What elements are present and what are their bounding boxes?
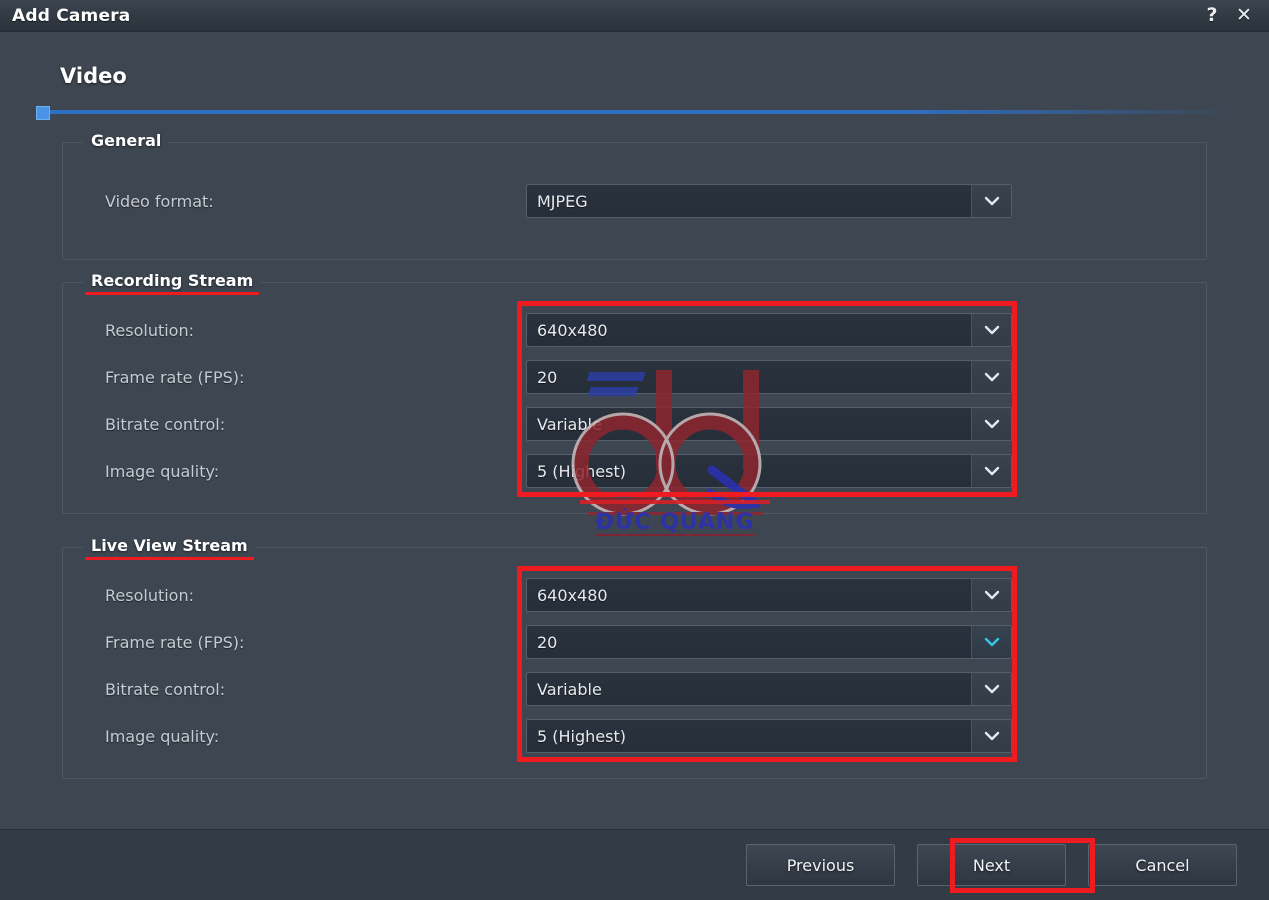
combo-video-format-value: MJPEG — [537, 191, 588, 211]
label-live-bitrate: Bitrate control: — [105, 679, 226, 699]
group-general: General Video format: MJPEG — [62, 131, 1207, 260]
red-underline-annotation — [85, 292, 260, 295]
window-controls: ? ✕ — [1199, 4, 1257, 28]
combo-live-bitrate-value: Variable — [537, 679, 602, 699]
row-video-format: Video format: MJPEG — [63, 183, 1206, 219]
group-live-view-stream-legend-text: Live View Stream — [91, 536, 248, 555]
group-live-view-stream: Live View Stream Resolution: 640x480 Fra… — [62, 536, 1207, 779]
previous-button[interactable]: Previous — [746, 844, 895, 886]
question-mark-icon[interactable]: ? — [1199, 4, 1225, 28]
combo-recording-bitrate-value: Variable — [537, 414, 602, 434]
wizard-progress-line — [36, 106, 1236, 120]
label-video-format: Video format: — [105, 191, 214, 211]
wizard-header: Video — [0, 32, 1269, 120]
label-live-resolution: Resolution: — [105, 585, 194, 605]
chevron-down-icon[interactable] — [971, 185, 1011, 217]
combo-live-resolution[interactable]: 640x480 — [526, 578, 1012, 612]
window-title: Add Camera — [12, 5, 131, 26]
chevron-down-icon[interactable] — [971, 579, 1011, 611]
combo-recording-resolution-value: 640x480 — [537, 320, 608, 340]
label-recording-resolution: Resolution: — [105, 320, 194, 340]
row-live-image-quality: Image quality: 5 (Highest) — [63, 718, 1206, 754]
group-recording-stream-legend-text: Recording Stream — [91, 271, 254, 290]
label-recording-bitrate: Bitrate control: — [105, 414, 226, 434]
chevron-down-icon[interactable] — [971, 673, 1011, 705]
row-live-framerate: Frame rate (FPS): 20 — [63, 624, 1206, 660]
combo-recording-framerate[interactable]: 20 — [526, 360, 1012, 394]
group-live-view-stream-legend: Live View Stream — [83, 536, 256, 560]
chevron-down-icon[interactable] — [971, 626, 1011, 658]
row-recording-framerate: Frame rate (FPS): 20 — [63, 359, 1206, 395]
chevron-down-icon[interactable] — [971, 361, 1011, 393]
row-recording-image-quality: Image quality: 5 (Highest) — [63, 453, 1206, 489]
page-title: Video — [60, 64, 127, 88]
group-recording-stream-legend: Recording Stream — [83, 271, 262, 295]
combo-recording-bitrate[interactable]: Variable — [526, 407, 1012, 441]
chevron-down-icon[interactable] — [971, 408, 1011, 440]
group-recording-stream: Recording Stream Resolution: 640x480 Fra… — [62, 271, 1207, 514]
combo-live-image-quality[interactable]: 5 (Highest) — [526, 719, 1012, 753]
row-recording-bitrate: Bitrate control: Variable — [63, 406, 1206, 442]
combo-live-resolution-value: 640x480 — [537, 585, 608, 605]
combo-video-format[interactable]: MJPEG — [526, 184, 1012, 218]
row-recording-resolution: Resolution: 640x480 — [63, 312, 1206, 348]
combo-live-bitrate[interactable]: Variable — [526, 672, 1012, 706]
next-button[interactable]: Next — [917, 844, 1066, 886]
combo-recording-image-quality[interactable]: 5 (Highest) — [526, 454, 1012, 488]
combo-recording-image-quality-value: 5 (Highest) — [537, 461, 626, 481]
footer-button-group: Previous Next Cancel — [746, 844, 1237, 886]
chevron-down-icon[interactable] — [971, 314, 1011, 346]
dialog-footer: Previous Next Cancel — [0, 829, 1269, 900]
row-live-resolution: Resolution: 640x480 — [63, 577, 1206, 613]
combo-live-framerate[interactable]: 20 — [526, 625, 1012, 659]
chevron-down-icon[interactable] — [971, 720, 1011, 752]
label-recording-framerate: Frame rate (FPS): — [105, 367, 245, 387]
close-icon[interactable]: ✕ — [1231, 4, 1257, 28]
combo-recording-resolution[interactable]: 640x480 — [526, 313, 1012, 347]
red-underline-annotation — [85, 557, 254, 560]
combo-recording-framerate-value: 20 — [537, 367, 558, 387]
label-live-image-quality: Image quality: — [105, 726, 220, 746]
chevron-down-icon[interactable] — [971, 455, 1011, 487]
label-live-framerate: Frame rate (FPS): — [105, 632, 245, 652]
add-camera-dialog: Add Camera ? ✕ Video General Video forma… — [0, 0, 1269, 900]
combo-live-image-quality-value: 5 (Highest) — [537, 726, 626, 746]
combo-live-framerate-value: 20 — [537, 632, 558, 652]
label-recording-image-quality: Image quality: — [105, 461, 220, 481]
cancel-button[interactable]: Cancel — [1088, 844, 1237, 886]
group-general-legend: General — [83, 131, 170, 150]
title-bar: Add Camera ? ✕ — [0, 0, 1269, 32]
row-live-bitrate: Bitrate control: Variable — [63, 671, 1206, 707]
